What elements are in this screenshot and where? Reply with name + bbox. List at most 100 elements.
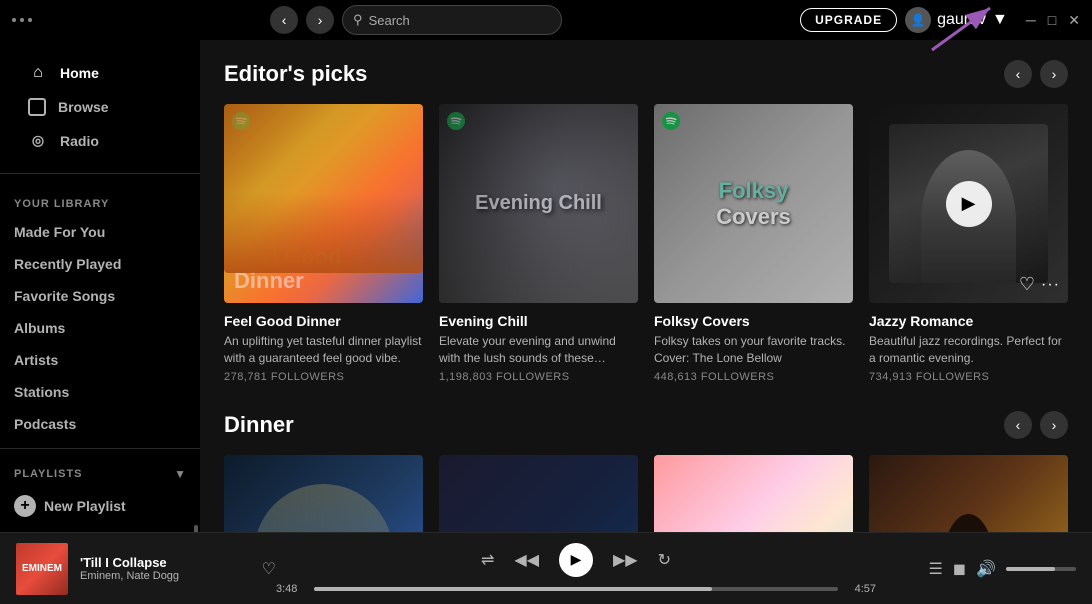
card-description: Beautiful jazz recordings. Perfect for a… (869, 333, 1068, 367)
next-track-button[interactable]: ▶▶ (613, 550, 638, 570)
new-playlist-button[interactable]: + New Playlist (0, 487, 200, 525)
browse-icon (28, 98, 46, 116)
dinner-title: Dinner (224, 412, 294, 438)
album-art: EMINEM (16, 543, 68, 595)
card-jazzy-romance[interactable]: ▶ ♡ ··· Jazzy Romance Beautiful jazz rec… (869, 104, 1068, 383)
card-feel-good-dinner[interactable]: Feel GoodDinner Feel Good Dinner An upli… (224, 104, 423, 383)
user-area[interactable]: 👤 gaurav ▼ (905, 7, 1008, 33)
prev-track-button[interactable]: ◀◀ (514, 550, 539, 570)
search-icon: ⚲ (353, 12, 363, 28)
radio-icon: ◎ (28, 132, 48, 149)
titlebar-right: UPGRADE 👤 gaurav ▼ ─ □ ✕ (800, 7, 1080, 33)
section-nav: ‹ › (1004, 60, 1068, 88)
window-controls: ─ □ ✕ (1026, 12, 1080, 29)
player-controls: ⇌ ◀◀ ▶ ▶▶ ↻ (481, 543, 671, 577)
card-title: Jazzy Romance (869, 313, 1068, 329)
progress-fill (314, 587, 712, 591)
card-title: Feel Good Dinner (224, 313, 423, 329)
heart-button[interactable]: ♡ (262, 559, 276, 579)
upgrade-button[interactable]: UPGRADE (800, 8, 897, 32)
dinner-prev-button[interactable]: ‹ (1004, 411, 1032, 439)
track-info: 'Till I Collapse Eminem, Nate Dogg (80, 555, 242, 582)
sidebar-item-radio[interactable]: ◎ Radio (14, 124, 186, 157)
dinner-section-header: Dinner ‹ › (224, 411, 1068, 439)
more-icon[interactable]: ··· (1041, 276, 1060, 294)
player: EMINEM 'Till I Collapse Eminem, Nate Dog… (0, 532, 1092, 604)
titlebar: ‹ › ⚲ Search UPGRADE 👤 gaurav ▼ ─ □ ✕ (0, 0, 1092, 40)
sidebar-item-browse[interactable]: Browse (14, 90, 186, 124)
dinner-cards: Jukebox Joint (224, 455, 1068, 532)
titlebar-dots (12, 18, 32, 22)
card-followers: 1,198,803 FOLLOWERS (439, 371, 638, 383)
track-name: 'Till I Collapse (80, 555, 242, 570)
progress-bar[interactable] (314, 587, 838, 591)
queue-button[interactable]: ☰ (928, 559, 942, 579)
titlebar-nav: ‹ › ⚲ Search (270, 5, 562, 35)
dinner-card-img-jukebox: Jukebox Joint (439, 455, 638, 532)
home-icon: ⌂ (28, 64, 48, 82)
dinner-card-3[interactable] (654, 455, 853, 532)
dinner-card-img-1 (224, 455, 423, 532)
close-button[interactable]: ✕ (1068, 12, 1080, 29)
dinner-card-img-3 (654, 455, 853, 532)
card-evening-chill[interactable]: Evening Chill Evening Chill Elevate your… (439, 104, 638, 383)
card-actions: ♡ ··· (1019, 274, 1060, 295)
add-icon: + (14, 495, 36, 517)
search-placeholder: Search (369, 13, 410, 28)
card-overlay: ▶ ♡ ··· (869, 104, 1068, 303)
editors-picks-cards: Feel GoodDinner Feel Good Dinner An upli… (224, 104, 1068, 383)
repeat-button[interactable]: ↻ (658, 550, 671, 570)
time-elapsed: 3:48 (276, 583, 306, 595)
shuffle-button[interactable]: ⇌ (481, 550, 494, 570)
card-description: Folksy takes on your favorite tracks. Co… (654, 333, 853, 367)
search-bar[interactable]: ⚲ Search (342, 5, 562, 35)
dinner-next-button[interactable]: › (1040, 411, 1068, 439)
play-button[interactable]: ▶ (946, 181, 992, 227)
sidebar: ⌂ Home Browse ◎ Radio YOUR LIBRARY Made … (0, 40, 200, 532)
prev-button[interactable]: ‹ (1004, 60, 1032, 88)
editors-picks-title: Editor's picks (224, 61, 367, 87)
dinner-card-4[interactable] (869, 455, 1068, 532)
dinner-card-1[interactable] (224, 455, 423, 532)
time-total: 4:57 (846, 583, 876, 595)
heart-icon[interactable]: ♡ (1019, 274, 1035, 295)
next-button[interactable]: › (1040, 60, 1068, 88)
volume-bar[interactable] (1006, 567, 1076, 571)
content-area: Editor's picks ‹ › Feel GoodDinner (200, 40, 1092, 532)
sidebar-item-recently-played[interactable]: Recently Played (0, 248, 200, 280)
sidebar-item-favorite-songs[interactable]: Favorite Songs (0, 280, 200, 312)
dinner-card-jukebox[interactable]: Jukebox Joint (439, 455, 638, 532)
player-left: EMINEM 'Till I Collapse Eminem, Nate Dog… (16, 543, 276, 595)
editors-picks-header: Editor's picks ‹ › (224, 60, 1068, 88)
sidebar-item-made-for-you[interactable]: Made For You (0, 216, 200, 248)
card-followers: 734,913 FOLLOWERS (869, 371, 1068, 383)
card-folksy-covers[interactable]: Folksy Covers Folksy Covers Folksy takes… (654, 104, 853, 383)
card-followers: 278,781 FOLLOWERS (224, 371, 423, 383)
volume-icon[interactable]: 🔊 (976, 559, 996, 579)
maximize-button[interactable]: □ (1048, 12, 1056, 29)
back-button[interactable]: ‹ (270, 6, 298, 34)
volume-fill (1006, 567, 1055, 571)
progress-area: 3:48 4:57 (276, 583, 876, 595)
artist-name: Eminem, Nate Dogg (80, 570, 242, 582)
chevron-down-icon: ▼ (992, 11, 1008, 29)
sidebar-item-home[interactable]: ⌂ Home (14, 56, 186, 90)
minimize-button[interactable]: ─ (1026, 12, 1036, 29)
player-center: ⇌ ◀◀ ▶ ▶▶ ↻ 3:48 4:57 (276, 543, 876, 595)
chevron-down-icon[interactable]: ▼ (174, 467, 186, 481)
sidebar-item-artists[interactable]: Artists (0, 344, 200, 376)
playlists-header: PLAYLISTS ▼ (0, 457, 200, 487)
library-label: YOUR LIBRARY (0, 182, 200, 216)
player-right: ☰ ◼ 🔊 (876, 559, 1076, 579)
forward-button[interactable]: › (306, 6, 334, 34)
dinner-card-img-4 (869, 455, 1068, 532)
sidebar-item-albums[interactable]: Albums (0, 312, 200, 344)
devices-button[interactable]: ◼ (953, 559, 966, 579)
sidebar-item-podcasts[interactable]: Podcasts (0, 408, 200, 440)
sidebar-item-stations[interactable]: Stations (0, 376, 200, 408)
card-title: Folksy Covers (654, 313, 853, 329)
play-pause-button[interactable]: ▶ (559, 543, 593, 577)
avatar: 👤 (905, 7, 931, 33)
card-followers: 448,613 FOLLOWERS (654, 371, 853, 383)
playlists-label: PLAYLISTS (14, 468, 83, 480)
